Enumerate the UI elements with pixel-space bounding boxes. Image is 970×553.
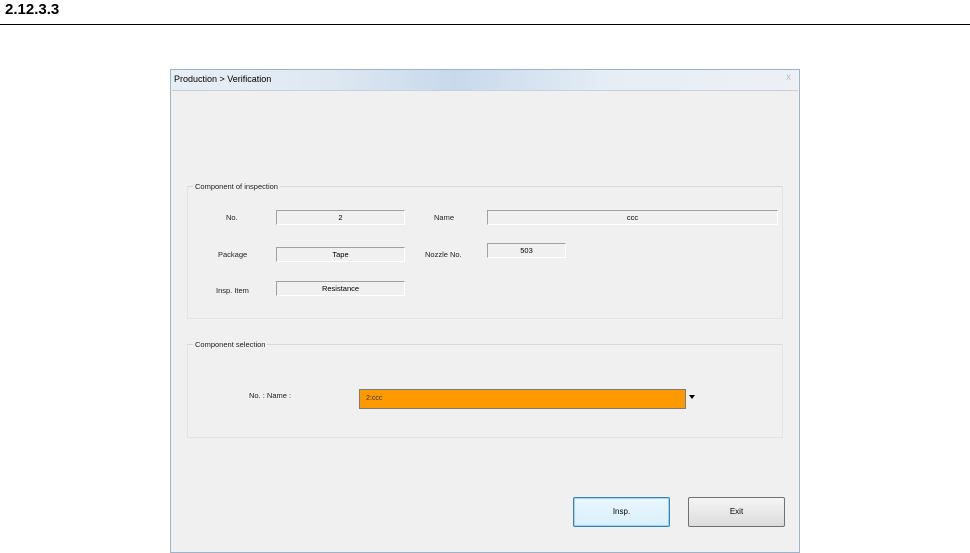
window-titlebar[interactable]: Production > Verification x [171,70,799,90]
nozzle-label: Nozzle No. [425,250,462,259]
name-label: Name [434,213,455,222]
insp-button[interactable]: Insp. [573,497,670,527]
insp-item-label: Insp. Item [216,286,249,295]
window-title: Production > Verification [174,74,272,84]
chevron-down-icon[interactable] [689,395,695,399]
heading-rule [0,24,970,25]
nozzle-field: 503 [487,243,566,258]
package-field: Tape [276,247,405,262]
section-heading: 2.12.3.3 [5,1,60,18]
component-select[interactable]: 2:ccc [359,389,686,409]
name-field: ccc [487,210,778,225]
verification-window: Production > Verification x Component of… [170,69,800,553]
component-select-value: 2:ccc [366,395,383,402]
selection-group-title: Component selection [193,340,268,349]
no-field: 2 [276,210,405,225]
insp-item-field: Resistance [276,281,405,296]
close-icon[interactable]: x [786,72,791,83]
exit-button[interactable]: Exit [688,497,785,527]
no-name-label: No. : Name : [249,391,292,400]
window-client-area: Component of inspection No. 2 Name ccc P… [172,90,798,552]
package-label: Package [218,250,248,259]
no-label: No. [226,213,238,222]
inspection-group: Component of inspection No. 2 Name ccc P… [187,182,783,319]
inspection-group-title: Component of inspection [193,182,280,191]
